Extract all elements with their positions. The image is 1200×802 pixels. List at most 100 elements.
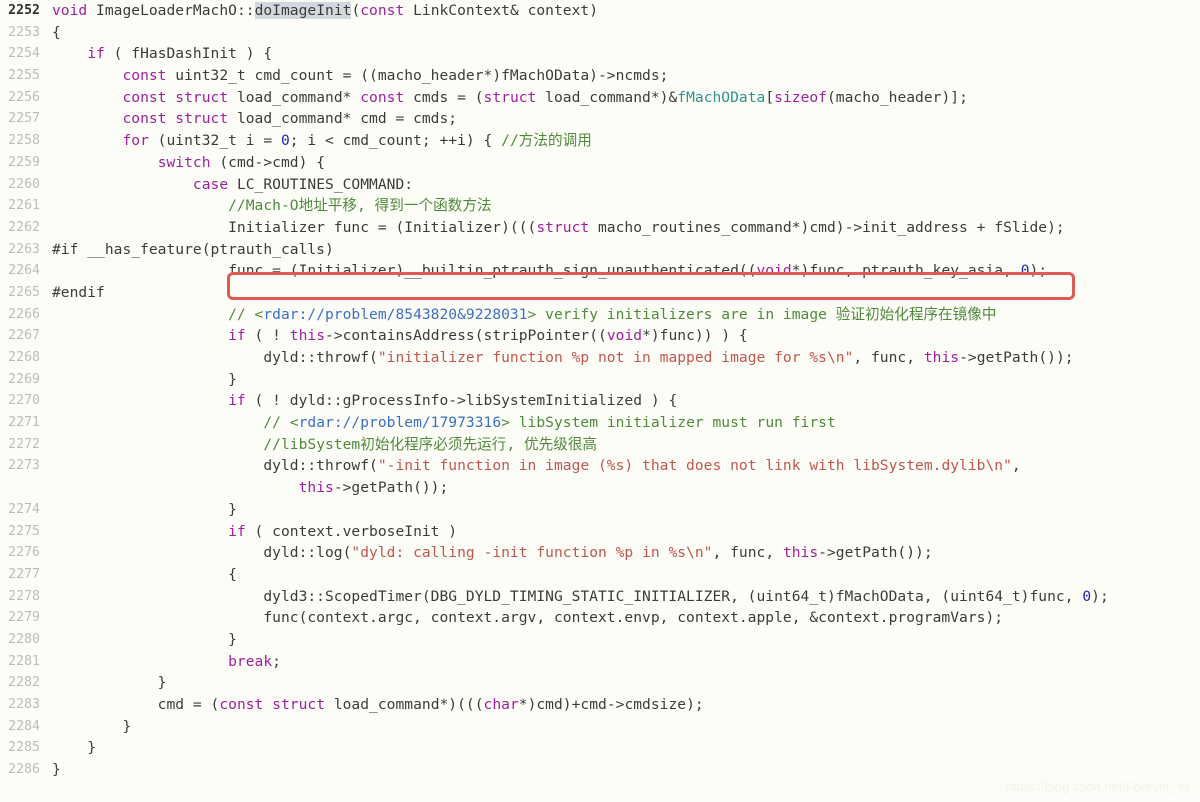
line-number: 2274 [8,501,40,517]
line-source: void ImageLoaderMachO::doImageInit(const… [52,2,599,19]
line-source: // <rdar://problem/8543820&9228031> veri… [228,305,997,323]
line-source: } [52,717,132,735]
line-number: 2282 [8,675,40,691]
code-line[interactable]: 2263 #if __has_feature(ptrauth_calls) [0,239,1200,261]
code-screenshot: 2252 void ImageLoaderMachO::doImageInit(… [0,0,1200,802]
line-number: 2260 [8,176,40,192]
line-source: { [52,23,61,41]
code-line[interactable]: 2279 func(context.argc, context.argv, co… [0,607,1200,629]
code-line[interactable]: 2254 if ( fHasDashInit ) { [0,43,1200,65]
line-number: 2277 [8,566,40,582]
code-line[interactable]: 2278 dyld3::ScopedTimer(DBG_DYLD_TIMING_… [0,586,1200,608]
line-number: 2256 [8,89,40,105]
line-number: 2258 [8,133,40,149]
line-number: 2285 [8,740,40,756]
code-line[interactable]: 2271 // <rdar://problem/17973316> libSys… [0,412,1200,434]
line-number: 2278 [8,588,40,604]
line-number: 2257 [8,111,40,127]
line-source: func(context.argc, context.argv, context… [52,609,1004,627]
line-source: dyld3::ScopedTimer(DBG_DYLD_TIMING_STATI… [52,587,1109,605]
line-number: 2272 [8,436,40,452]
code-line[interactable]: 2282 } [0,672,1200,694]
code-line[interactable]: 2268 dyld::throwf("initializer function … [0,347,1200,369]
line-source: Initializer func = (Initializer)(((struc… [52,218,1065,236]
code-line[interactable]: 2253 { [0,22,1200,44]
code-line[interactable]: 2266 // <rdar://problem/8543820&9228031>… [0,304,1200,326]
line-number: 2283 [8,697,40,712]
line-number: 2275 [8,523,40,539]
code-line[interactable]: 2258 for (uint32_t i = 0; i < cmd_count;… [0,130,1200,152]
code-editor-viewport[interactable]: 2252 void ImageLoaderMachO::doImageInit(… [0,0,1200,802]
code-line[interactable]: 2275 if ( context.verboseInit ) [0,521,1200,543]
code-line[interactable]: 2285 } [0,737,1200,759]
line-number: 2268 [8,350,40,365]
line-source: break; [228,652,281,670]
line-source: if ( ! this->containsAddress(stripPointe… [228,327,748,345]
code-line[interactable]: 2265 #endif [0,282,1200,304]
line-number: 2279 [8,610,40,626]
line-source: const struct load_command* cmd = cmds; [122,110,458,128]
line-source: func = (Initializer)__builtin_ptrauth_si… [52,262,1048,280]
code-line[interactable]: 2257 const struct load_command* cmd = cm… [0,108,1200,130]
code-line[interactable]: 2281 break; [0,651,1200,673]
code-line-wrapped[interactable]: this->getPath()); [0,477,1200,499]
line-source: this->getPath()); [298,479,449,497]
line-source: } [52,761,61,779]
code-line[interactable]: 2272 //libSystem初始化程序必须先运行, 优先级很高 [0,434,1200,456]
code-line[interactable]: 2273 dyld::throwf("-init function in ima… [0,455,1200,477]
line-number: 2261 [8,198,40,214]
code-line-highlighted[interactable]: 2264 func = (Initializer)__builtin_ptrau… [0,260,1200,282]
line-number: 2286 [8,762,40,778]
code-line[interactable]: 2259 switch (cmd->cmd) { [0,152,1200,174]
code-line[interactable]: 2283 cmd = (const struct load_command*)(… [0,694,1200,716]
line-source: for (uint32_t i = 0; i < cmd_count; ++i)… [122,132,592,150]
code-line[interactable]: 2286 } [0,759,1200,781]
code-line[interactable]: 2256 const struct load_command* const cm… [0,87,1200,109]
line-number: 2259 [8,154,40,170]
line-source: dyld::throwf("initializer function %p no… [52,349,1074,366]
watermark-text: https://blog.csdn.net/Forever_wj [1005,779,1190,794]
line-source: #endif [52,283,105,301]
line-number: 2263 [8,241,40,257]
code-line[interactable]: 2261 //Mach-O地址平移, 得到一个函数方法 [0,195,1200,217]
line-number: 2271 [8,415,40,431]
code-line[interactable]: 2260 case LC_ROUTINES_COMMAND: [0,174,1200,196]
line-source: switch (cmd->cmd) { [157,153,326,171]
line-source: cmd = (const struct load_command*)(((cha… [52,696,704,713]
line-source: case LC_ROUTINES_COMMAND: [192,175,414,193]
line-number: 2265 [8,284,40,300]
line-number: 2254 [8,46,40,62]
line-number: 2269 [8,371,40,387]
line-number: 2284 [8,718,40,734]
code-line[interactable]: 2255 const uint32_t cmd_count = ((macho_… [0,65,1200,87]
code-line[interactable]: 2252 void ImageLoaderMachO::doImageInit(… [0,0,1200,22]
line-source: const struct load_command* const cmds = … [122,88,968,106]
line-source: if ( context.verboseInit ) [228,522,458,540]
line-number: 2255 [8,68,40,84]
line-source: { [52,565,237,583]
code-line[interactable]: 2276 dyld::log("dyld: calling -init func… [0,542,1200,564]
code-line[interactable]: 2267 if ( ! this->containsAddress(stripP… [0,325,1200,347]
line-source: //libSystem初始化程序必须先运行, 优先级很高 [263,435,598,453]
line-source: // <rdar://problem/17973316> libSystem i… [263,414,836,432]
code-line[interactable]: 2274 } [0,499,1200,521]
line-source: } [52,674,167,692]
line-source: } [52,739,97,757]
line-number: 2264 [8,263,40,279]
line-source: dyld::log("dyld: calling -init function … [52,544,933,562]
line-source: } [52,630,237,648]
code-line[interactable]: 2270 if ( ! dyld::gProcessInfo->libSyste… [0,390,1200,412]
code-line[interactable]: 2277 { [0,564,1200,586]
line-number: 2266 [8,306,40,322]
line-source: } [52,500,237,518]
line-number: 2270 [8,393,40,409]
line-number: 2267 [8,328,40,344]
code-line[interactable]: 2284 } [0,716,1200,738]
line-source: //Mach-O地址平移, 得到一个函数方法 [228,197,492,215]
line-number: 2262 [8,219,40,235]
code-line[interactable]: 2280 } [0,629,1200,651]
line-source: if ( ! dyld::gProcessInfo->libSystemInit… [228,392,678,410]
code-line[interactable]: 2269 } [0,369,1200,391]
code-line[interactable]: 2262 Initializer func = (Initializer)(((… [0,217,1200,239]
line-number: 2276 [8,545,40,561]
